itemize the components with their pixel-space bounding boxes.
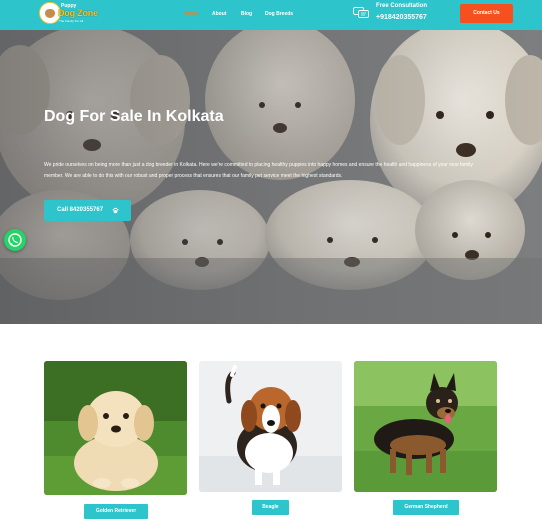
nav-home[interactable]: Home [184, 11, 198, 17]
nav-blog[interactable]: Blog [241, 11, 252, 17]
contact-us-button[interactable]: Contact Us [460, 4, 513, 23]
german-shepherd-image[interactable] [354, 361, 497, 492]
whatsapp-button[interactable] [4, 229, 26, 251]
site-header: Puppy Dog Zone The Family For All Home A… [0, 0, 542, 30]
consultation-phone[interactable]: +918420355767 [376, 14, 427, 21]
site-logo[interactable]: Puppy Dog Zone The Family For All [39, 2, 98, 26]
golden-retriever-image[interactable] [44, 361, 187, 495]
chat-bubbles-icon [353, 7, 369, 18]
beagle-button[interactable]: Beagle [252, 500, 289, 515]
whatsapp-icon [8, 233, 22, 247]
golden-retriever-button[interactable]: Golden Retriever [84, 504, 148, 519]
beagle-image[interactable] [199, 361, 342, 492]
nav-dog-breeds[interactable]: Dog Breeds [265, 11, 293, 17]
nav-about[interactable]: About [212, 11, 226, 17]
hero-description: We pride ourselves on being more than ju… [44, 162, 473, 179]
german-shepherd-button[interactable]: German Shepherd [393, 500, 459, 515]
call-button[interactable]: Call 8420355767 [44, 200, 131, 221]
consultation-title: Free Consultation [376, 3, 428, 9]
call-button-label: Call 8420355767 [57, 207, 104, 213]
hero-title: Dog For Sale In Kolkata [44, 108, 224, 125]
paw-icon [112, 207, 119, 214]
hero-banner: Dog For Sale In Kolkata We pride ourselv… [0, 30, 542, 324]
